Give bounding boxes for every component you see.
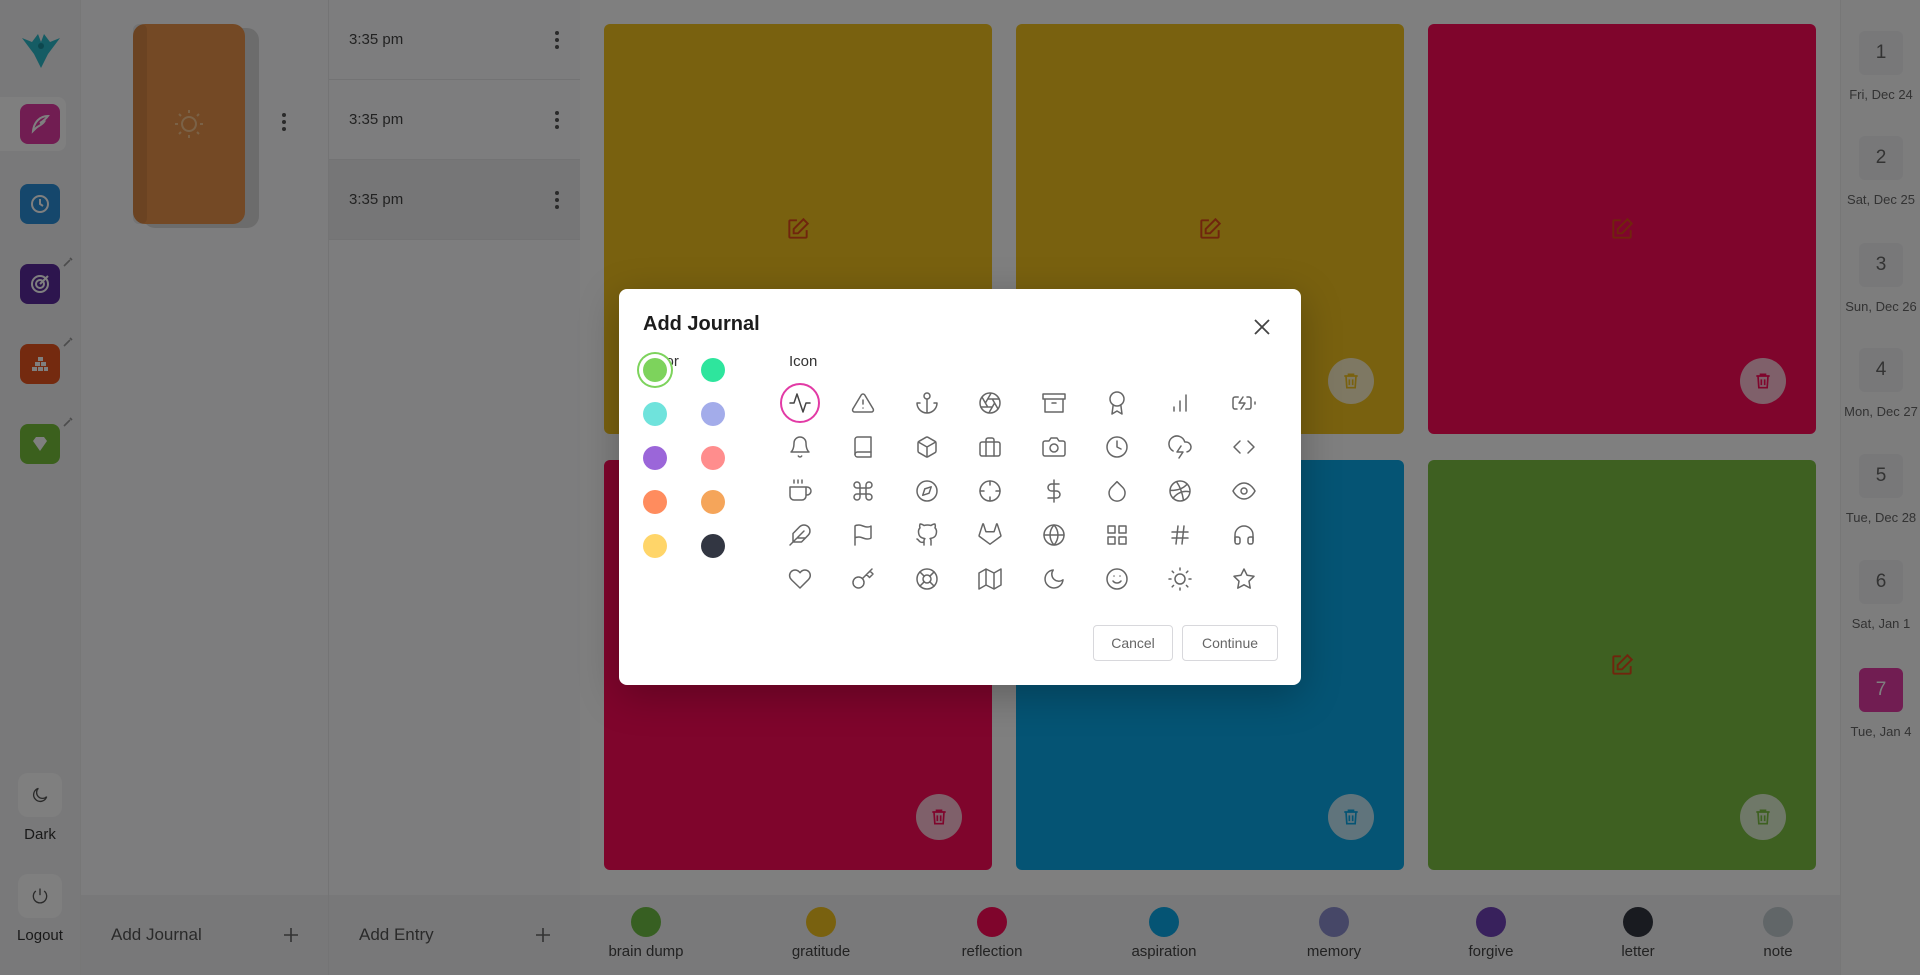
moon-icon[interactable] (1037, 562, 1071, 596)
star-icon[interactable] (1227, 562, 1261, 596)
color-swatch[interactable] (643, 534, 667, 558)
camera-icon[interactable] (1037, 430, 1071, 464)
life-buoy-icon[interactable] (910, 562, 944, 596)
add-journal-dialog: Add Journal Color Icon Cancel Continue (619, 289, 1301, 685)
activity-icon[interactable] (780, 383, 820, 423)
archive-icon[interactable] (1037, 386, 1071, 420)
gitlab-icon[interactable] (973, 518, 1007, 552)
code-icon[interactable] (1227, 430, 1261, 464)
map-icon[interactable] (973, 562, 1007, 596)
book-icon[interactable] (846, 430, 880, 464)
color-swatch[interactable] (643, 490, 667, 514)
close-icon[interactable] (1251, 316, 1273, 338)
cloud-lightning-icon[interactable] (1163, 430, 1197, 464)
key-icon[interactable] (846, 562, 880, 596)
clock-icon[interactable] (1100, 430, 1134, 464)
battery-charging-icon[interactable] (1227, 386, 1261, 420)
headphones-icon[interactable] (1227, 518, 1261, 552)
dialog-title: Add Journal (643, 313, 760, 335)
box-icon[interactable] (910, 430, 944, 464)
compass-icon[interactable] (910, 474, 944, 508)
sun-icon[interactable] (1163, 562, 1197, 596)
color-swatch[interactable] (701, 402, 725, 426)
coffee-icon[interactable] (783, 474, 817, 508)
color-swatch[interactable] (701, 446, 725, 470)
color-swatch[interactable] (701, 358, 725, 382)
color-swatch[interactable] (643, 358, 667, 382)
droplet-icon[interactable] (1100, 474, 1134, 508)
alert-triangle-icon[interactable] (846, 386, 880, 420)
continue-button[interactable]: Continue (1182, 625, 1278, 661)
bell-icon[interactable] (783, 430, 817, 464)
hash-icon[interactable] (1163, 518, 1197, 552)
award-icon[interactable] (1100, 386, 1134, 420)
smile-icon[interactable] (1100, 562, 1134, 596)
flag-icon[interactable] (846, 518, 880, 552)
color-swatch[interactable] (643, 402, 667, 426)
color-swatch[interactable] (701, 490, 725, 514)
color-swatch[interactable] (643, 446, 667, 470)
crosshair-icon[interactable] (973, 474, 1007, 508)
dollar-sign-icon[interactable] (1037, 474, 1071, 508)
color-swatch[interactable] (701, 534, 725, 558)
icon-section-label: Icon (789, 353, 818, 370)
heart-icon[interactable] (783, 562, 817, 596)
github-icon[interactable] (910, 518, 944, 552)
grid-icon[interactable] (1100, 518, 1134, 552)
feather-icon[interactable] (783, 518, 817, 552)
anchor-icon[interactable] (910, 386, 944, 420)
aperture-icon[interactable] (973, 386, 1007, 420)
globe-icon[interactable] (1037, 518, 1071, 552)
bar-chart-icon[interactable] (1163, 386, 1197, 420)
command-icon[interactable] (846, 474, 880, 508)
cancel-button[interactable]: Cancel (1093, 625, 1173, 661)
briefcase-icon[interactable] (973, 430, 1007, 464)
dribbble-icon[interactable] (1163, 474, 1197, 508)
eye-icon[interactable] (1227, 474, 1261, 508)
